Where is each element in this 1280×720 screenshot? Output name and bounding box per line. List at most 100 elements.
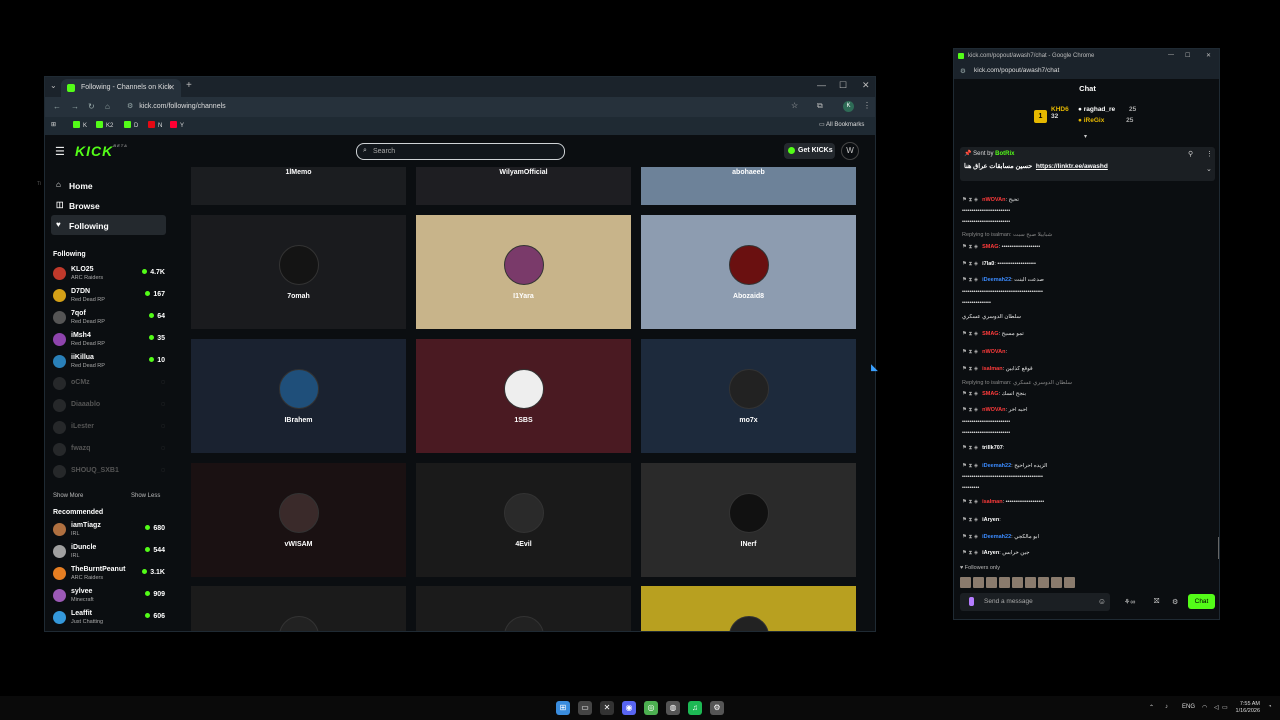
emote-icon[interactable]: [960, 577, 971, 588]
chat-username[interactable]: SMAG: [982, 244, 999, 250]
emote-icon[interactable]: [1051, 577, 1062, 588]
chat-message[interactable]: •••••••••••••••••••••••••: [962, 208, 1217, 214]
site-info-icon[interactable]: ⚙: [127, 103, 133, 110]
discord-icon[interactable]: ◉: [622, 701, 636, 715]
battery-icon[interactable]: ▭: [1222, 704, 1228, 711]
bookmark-1[interactable]: K2: [96, 121, 113, 129]
chat-message[interactable]: •••••••••••••••••••••••••: [962, 219, 1217, 225]
chat-username[interactable]: iDeemah22: [982, 534, 1011, 540]
chat-minimize-icon[interactable]: —: [1168, 52, 1174, 58]
chat-username[interactable]: nWOVAn: [982, 197, 1005, 203]
emote-icon[interactable]: [986, 577, 997, 588]
recommended-channel-sylvee[interactable]: sylvee Minecraft 909: [53, 585, 165, 607]
user-avatar[interactable]: W: [841, 142, 859, 160]
chat-message[interactable]: ⚑ ⧗ ◈ nWOVAn: احبه اخر: [962, 407, 1217, 414]
channel-card[interactable]: 1SBS: [416, 339, 631, 453]
profile-avatar[interactable]: K: [843, 101, 854, 112]
chat-username[interactable]: nWOVAn: [982, 349, 1005, 355]
chat-maximize-icon[interactable]: ☐: [1185, 52, 1190, 59]
clock[interactable]: 7:55 AM 1/16/2026: [1230, 701, 1260, 715]
channel-card[interactable]: IBrahem: [191, 339, 406, 453]
following-channel-ilester[interactable]: iLester ◌: [53, 417, 165, 439]
bookmark-3[interactable]: N: [148, 121, 162, 129]
chat-username[interactable]: isalman: [982, 366, 1002, 372]
chat-username[interactable]: SMAG: [982, 331, 999, 337]
unpin-icon[interactable]: ⚲: [1188, 150, 1193, 158]
tab-close-icon[interactable]: ✕: [168, 83, 175, 92]
chat-message[interactable]: ••••••••••••••••••••••••••••••••••••••••…: [962, 474, 1217, 480]
chat-message[interactable]: •••••••••••••••••••••••••: [962, 430, 1217, 436]
leader-second[interactable]: ● raghad_re 25: [1078, 106, 1136, 113]
channel-card[interactable]: [191, 586, 406, 631]
site-info-icon[interactable]: ⚙: [960, 67, 966, 75]
channel-card[interactable]: abohaeeb: [641, 167, 856, 205]
tab-search-icon[interactable]: ⌄: [50, 81, 57, 90]
chat-message[interactable]: ••••••••••••••••••••••••••••••••••••••••…: [962, 289, 1217, 295]
chat-message[interactable]: سلطان الدوسري عسكري: [962, 314, 1217, 320]
page-scrollbar[interactable]: [875, 577, 876, 617]
chat-message[interactable]: ⚑ ⧗ ◈ isalman: ••••••••••••••••••••: [962, 499, 1217, 506]
chat-scrollbar[interactable]: [1218, 537, 1219, 559]
tab-following[interactable]: Following - Channels on Kick ✕: [61, 79, 181, 97]
pinned-link[interactable]: https://linktr.ee/awashd: [1036, 163, 1108, 170]
search-input[interactable]: ⌕ Search: [356, 143, 565, 160]
back-icon[interactable]: ←: [53, 102, 61, 111]
leader-third[interactable]: ● iReGix 25: [1078, 117, 1133, 124]
chat-username[interactable]: trillk707: [982, 445, 1003, 451]
following-channel-diaaablo[interactable]: Diaaablo ◌: [53, 395, 165, 417]
chat-message[interactable]: ⚑ ⧗ ◈ SMAG: ••••••••••••••••••••: [962, 244, 1217, 251]
channel-card[interactable]: 1lMemo: [191, 167, 406, 205]
microphone-tray-icon[interactable]: ♪: [1165, 704, 1168, 710]
browser-menu-icon[interactable]: ⋮: [863, 101, 871, 110]
bookmark-0[interactable]: K: [73, 121, 87, 129]
get-kicks-button[interactable]: Get KICKs: [784, 143, 835, 159]
files-icon[interactable]: ▭: [578, 701, 592, 715]
channel-card[interactable]: [641, 586, 856, 631]
maximize-icon[interactable]: ☐: [839, 80, 847, 91]
url-field[interactable]: ⚙ kick.com/following/channels: [127, 102, 226, 110]
expand-leaderboard-icon[interactable]: ▾: [1084, 133, 1087, 140]
bookmark-2[interactable]: D: [124, 121, 138, 129]
window-close-icon[interactable]: ✕: [862, 80, 870, 91]
following-channel-imsh4[interactable]: iMsh4 Red Dead RP 35: [53, 329, 165, 351]
chat-message[interactable]: •••••••••••••••••••••••••: [962, 419, 1217, 425]
emote-icon[interactable]: [1038, 577, 1049, 588]
kicks-icon[interactable]: ⚘∞: [1124, 598, 1135, 606]
xbox-icon[interactable]: ✕: [600, 701, 614, 715]
minimize-icon[interactable]: —: [817, 80, 826, 90]
show-less-link[interactable]: Show Less: [131, 493, 160, 499]
chat-username[interactable]: iAryen: [982, 550, 999, 556]
chat-username[interactable]: SMAG: [982, 391, 999, 397]
chat-username[interactable]: iDeemah22: [982, 277, 1011, 283]
channel-card[interactable]: mo7x: [641, 339, 856, 453]
chat-message[interactable]: ⚑ ⧗ ◈ iDeemah22: صدعت البنت: [962, 277, 1217, 284]
channel-card[interactable]: 4Evil: [416, 463, 631, 577]
chat-message-input[interactable]: Send a message ☺: [960, 593, 1110, 611]
chat-message[interactable]: ⚑ ⧗ ◈ SMAG: بنجح انسك: [962, 391, 1217, 398]
wifi-icon[interactable]: ◠: [1202, 704, 1207, 711]
chat-message[interactable]: •••••••••••••••: [962, 300, 1217, 306]
emoji-icon[interactable]: ☺: [1098, 597, 1106, 606]
chat-message[interactable]: ⚑ ⧗ ◈ trillk707:: [962, 445, 1217, 452]
nav-following[interactable]: ♥ Following: [51, 215, 166, 235]
recommended-channel-iamtiagz[interactable]: iamTiagz IRL 680: [53, 519, 165, 541]
chat-message[interactable]: ⚑ ⧗ ◈ isalman: قوقع كذابين: [962, 366, 1217, 373]
all-bookmarks[interactable]: ▭ All Bookmarks: [819, 121, 864, 128]
microphone-icon[interactable]: [969, 597, 974, 606]
chat-username[interactable]: isalman: [982, 499, 1002, 505]
chat-close-icon[interactable]: ✕: [1206, 52, 1211, 59]
chrome-icon[interactable]: ◎: [644, 701, 658, 715]
recommended-channel-iduncle[interactable]: iDuncle IRL 544: [53, 541, 165, 563]
channel-card[interactable]: 7omah: [191, 215, 406, 329]
chat-message[interactable]: ⚑ ⧗ ◈ nWOVAn:: [962, 349, 1217, 356]
following-channel-shouq_sxb1[interactable]: SHOUQ_SXB1 ◌: [53, 461, 165, 483]
channel-card[interactable]: [416, 586, 631, 631]
windows-icon[interactable]: ⊞: [556, 701, 570, 715]
pinned-user[interactable]: BotRix: [995, 151, 1014, 157]
emote-icon[interactable]: [999, 577, 1010, 588]
chat-username[interactable]: iDeemah22: [982, 463, 1011, 469]
chat-settings-icon[interactable]: ⚙: [1172, 598, 1178, 606]
chat-username[interactable]: iAryen: [982, 517, 999, 523]
pinned-menu-icon[interactable]: ⋮: [1206, 150, 1213, 158]
chat-message[interactable]: ⚑ ⧗ ◈ iDeemah22: ابو مالكجي: [962, 534, 1217, 541]
